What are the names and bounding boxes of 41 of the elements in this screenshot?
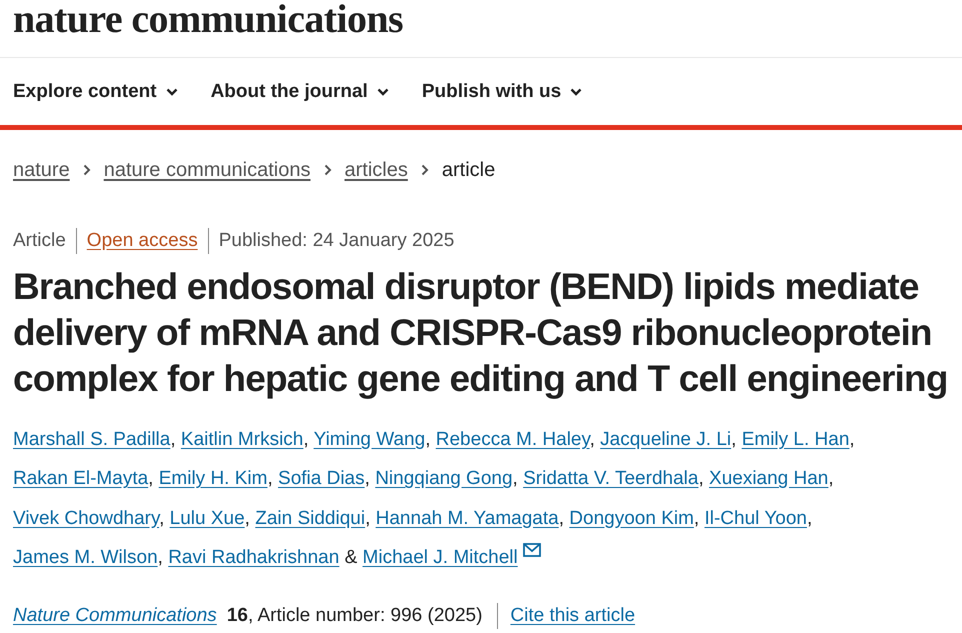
breadcrumb-link[interactable]: articles xyxy=(344,158,408,182)
author-link[interactable]: Kaitlin Mrksich xyxy=(180,429,304,450)
author-link[interactable]: Ningqiang Gong xyxy=(375,468,513,490)
author-list: Marshall S. Padilla, Kaitlin Mrksich, Yiming Wang, Rebecca M. Haley, Jacqueline J. Li, Emily L. Han, Rakan El-Mayta, Emily H. Kim, Sofia Dias, Ningqiang Gong, Sridatta V. Teerdhala, Xuexiang Han, Vivek Chowdhary, Lulu Xue, Zain Siddiqui, Hannah M. Yamagata, Dongyoon Kim, Il-Chul Yoon, James M. Wilson, Ravi Radhakrishnan & Michael J. Mitchell xyxy=(13,420,954,578)
author-link[interactable]: James M. Wilson xyxy=(13,546,158,568)
author-link[interactable]: Jacqueline J. Li xyxy=(600,429,732,450)
open-access-link[interactable]: Open access xyxy=(86,229,198,253)
author-link[interactable]: Sofia Dias xyxy=(278,468,365,490)
journal-link[interactable]: Nature Communications xyxy=(13,605,217,626)
breadcrumb-current: article xyxy=(442,158,496,182)
author-link[interactable]: Lulu Xue xyxy=(170,508,245,529)
nav-menu-button[interactable]: Publish with us xyxy=(422,76,582,106)
author-link[interactable]: Michael J. Mitchell xyxy=(362,546,518,568)
article-title: Branched endosomal disruptor (BEND) lipids mediate delivery of mRNA and CRISPR-Cas9 ribonucleoprotein complex for hepatic gene editing and T cell engineering xyxy=(13,265,949,401)
author-link[interactable]: Xuexiang Han xyxy=(709,468,828,490)
cite-link[interactable]: Cite this article xyxy=(510,604,636,628)
chevron-right-icon xyxy=(324,164,332,176)
author-link[interactable]: Yiming Wang xyxy=(314,429,426,450)
nav-menu-button[interactable]: About the journal xyxy=(210,76,389,106)
author-link[interactable]: Marshall S. Padilla xyxy=(13,429,170,450)
publish-date: Published: 24 January 2025 xyxy=(218,229,454,253)
author-link[interactable]: Hannah M. Yamagata xyxy=(376,508,559,529)
author-link[interactable]: Rakan El-Mayta xyxy=(13,468,148,490)
author-link[interactable]: Zain Siddiqui xyxy=(255,508,366,529)
author-link[interactable]: Dongyoon Kim xyxy=(569,508,694,529)
citation-text: Nature Communications 16, Article number: 996 (2025) xyxy=(13,604,482,628)
author-link[interactable]: Ravi Radhakrishnan xyxy=(168,546,340,568)
site-logo[interactable]: nature communications xyxy=(13,0,403,38)
chevron-right-icon xyxy=(420,164,429,176)
author-link[interactable]: Vivek Chowdhary xyxy=(13,508,160,529)
breadcrumb-link[interactable]: nature xyxy=(13,158,70,182)
author-link[interactable]: Emily H. Kim xyxy=(158,468,268,490)
nav-menu-button[interactable]: Explore content xyxy=(13,76,178,106)
envelope-icon[interactable] xyxy=(522,542,541,557)
author-link[interactable]: Emily L. Han xyxy=(742,429,850,450)
author-link[interactable]: Il-Chul Yoon xyxy=(704,508,807,529)
breadcrumb-link[interactable]: nature communications xyxy=(104,158,310,182)
chevron-right-icon xyxy=(82,164,91,176)
author-link[interactable]: Rebecca M. Haley xyxy=(436,429,590,450)
article-type: Article xyxy=(13,229,66,253)
author-link[interactable]: Sridatta V. Teerdhala xyxy=(523,468,698,490)
